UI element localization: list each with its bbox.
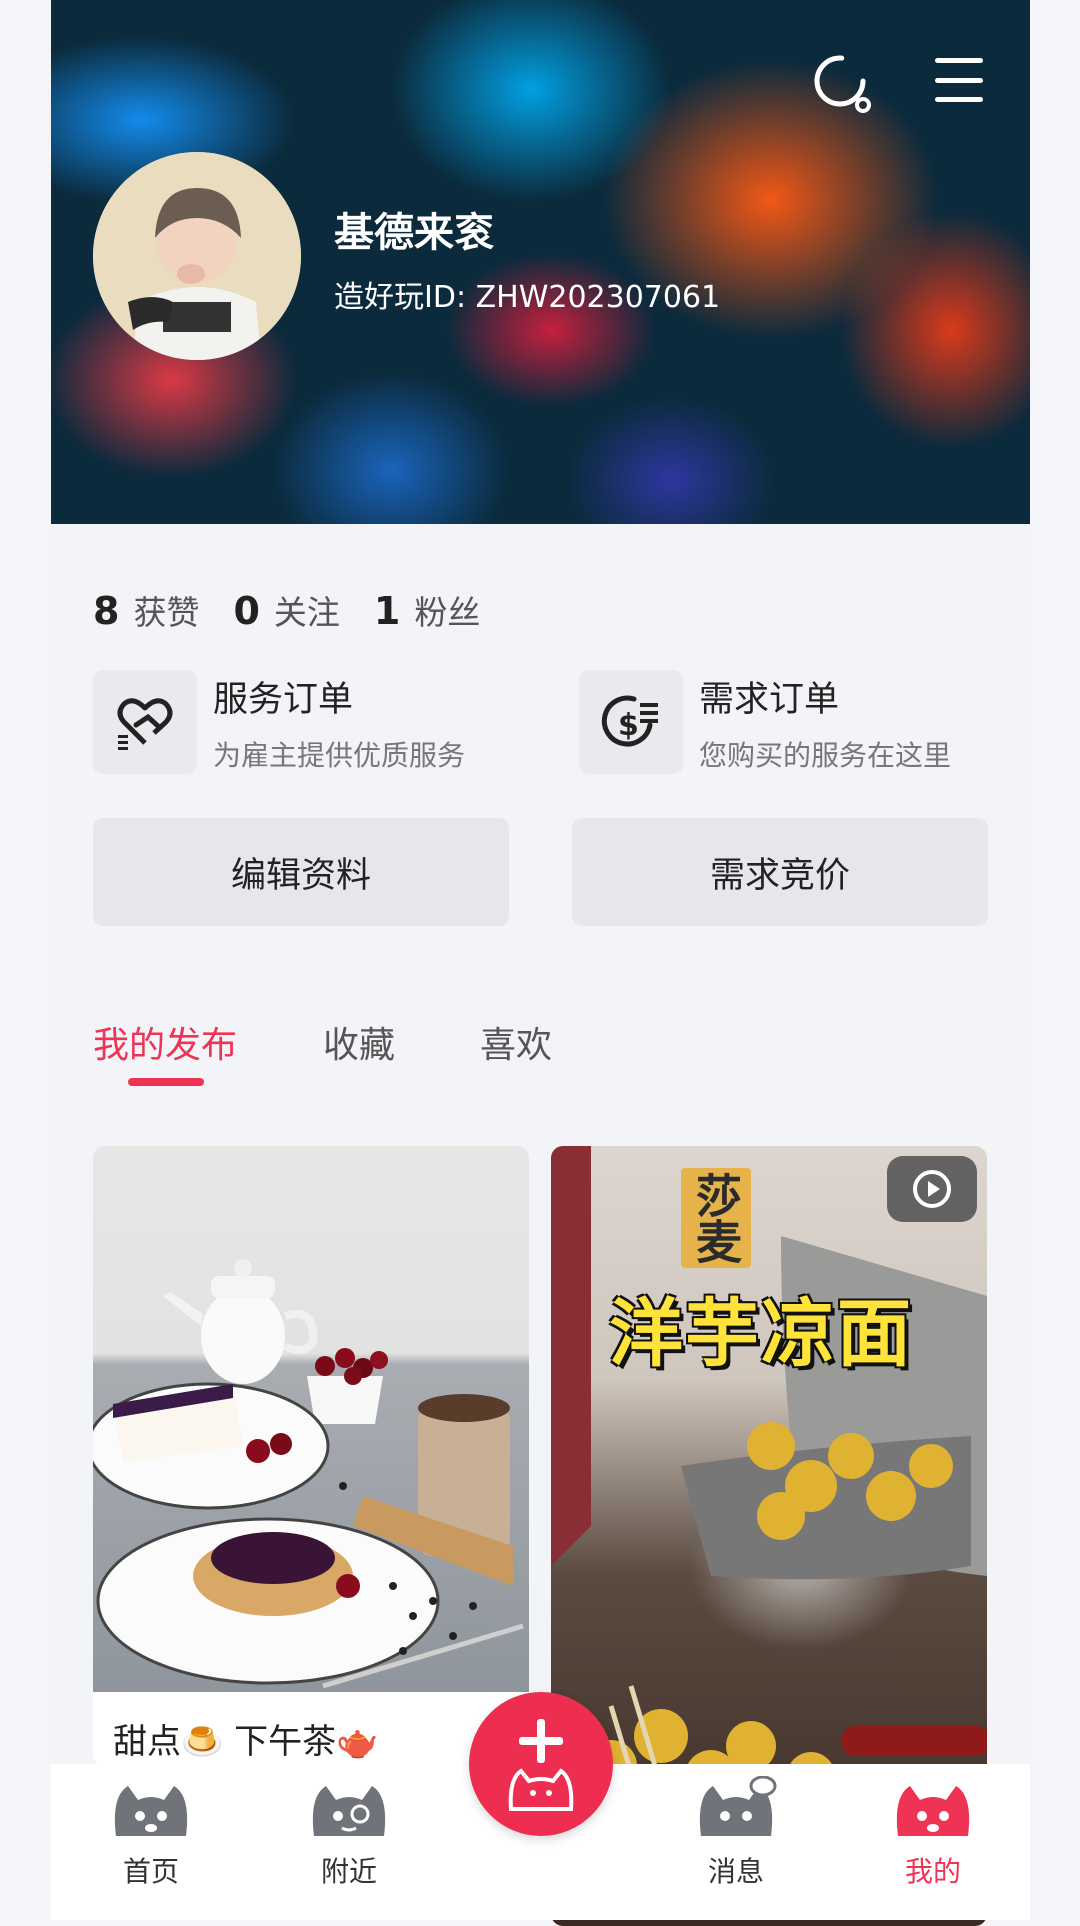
sticker-text: 莎麦: [681, 1168, 751, 1268]
play-icon[interactable]: [887, 1156, 977, 1222]
cat-home-icon: [114, 1786, 188, 1836]
publish-fab[interactable]: [469, 1692, 613, 1836]
nav-home-label: 首页: [122, 1855, 179, 1888]
user-id: 造好玩ID: ZHW202307061: [334, 280, 721, 315]
stat-fans-label: 粉丝: [414, 593, 481, 632]
demand-order-title: 需求订单: [699, 679, 840, 720]
stat-following[interactable]: 0 关注: [233, 586, 339, 634]
service-order-text: 服务订单 为雇主提供优质服务: [213, 671, 465, 774]
profile-banner: 基德来衮 造好玩ID: ZHW202307061: [51, 0, 1030, 524]
tab-likes[interactable]: 喜欢: [480, 1016, 552, 1068]
service-order-entry[interactable]: 服务订单 为雇主提供优质服务: [93, 670, 465, 774]
stat-fans[interactable]: 1 粉丝: [374, 586, 480, 634]
nav-nearby-label: 附近: [320, 1855, 377, 1888]
service-order-subtitle: 为雇主提供优质服务: [213, 738, 466, 772]
loading-icon[interactable]: [807, 48, 877, 118]
nav-mine-label: 我的: [904, 1855, 961, 1888]
stats-row: 8 获赞 0 关注 1 粉丝: [93, 586, 480, 634]
heart-hand-icon: [93, 670, 197, 774]
nav-messages[interactable]: 消息: [666, 1776, 806, 1890]
menu-icon[interactable]: [931, 58, 987, 102]
stat-following-label: 关注: [273, 593, 340, 632]
stat-likes[interactable]: 8 获赞: [93, 586, 199, 634]
plus-cat-icon: [508, 1719, 574, 1811]
stat-fans-count: 1: [373, 589, 401, 633]
profile-page: 基德来衮 造好玩ID: ZHW202307061 8 获赞 0 关注 1 粉丝 …: [51, 0, 1030, 1926]
demand-order-subtitle: 您购买的服务在这里: [699, 738, 952, 772]
service-order-title: 服务订单: [213, 679, 354, 720]
svg-text:$: $: [618, 708, 639, 743]
cat-nearby-icon: [312, 1786, 386, 1836]
nav-home[interactable]: 首页: [81, 1776, 221, 1890]
feed-card-dessert[interactable]: 甜点🍮 下午茶🫖: [93, 1146, 529, 1766]
dollar-list-icon: $: [579, 670, 683, 774]
video-overlay-text: 洋芋凉面: [609, 1291, 913, 1377]
tab-favorites[interactable]: 收藏: [323, 1016, 395, 1068]
tab-my-posts[interactable]: 我的发布: [93, 1016, 237, 1068]
demand-order-entry[interactable]: $ 需求订单 您购买的服务在这里: [579, 670, 951, 774]
nickname: 基德来衮: [334, 210, 494, 256]
nav-mine[interactable]: 我的: [863, 1776, 1003, 1890]
card-title: 甜点🍮 下午茶🫖: [113, 1722, 379, 1762]
edit-profile-button[interactable]: 编辑资料: [93, 818, 509, 926]
tab-active-indicator: [128, 1078, 204, 1086]
stat-likes-label: 获赞: [133, 593, 200, 632]
nav-messages-label: 消息: [707, 1855, 764, 1888]
avatar[interactable]: [93, 152, 301, 360]
stat-likes-count: 8: [93, 589, 120, 633]
demand-order-text: 需求订单 您购买的服务在这里: [699, 671, 951, 774]
bidding-button[interactable]: 需求竞价: [572, 818, 988, 926]
cat-mine-icon: [896, 1786, 970, 1836]
cat-messages-icon: [699, 1776, 777, 1836]
nav-nearby[interactable]: 附近: [279, 1776, 419, 1890]
stat-following-count: 0: [233, 589, 260, 633]
dessert-photo: [93, 1146, 529, 1692]
